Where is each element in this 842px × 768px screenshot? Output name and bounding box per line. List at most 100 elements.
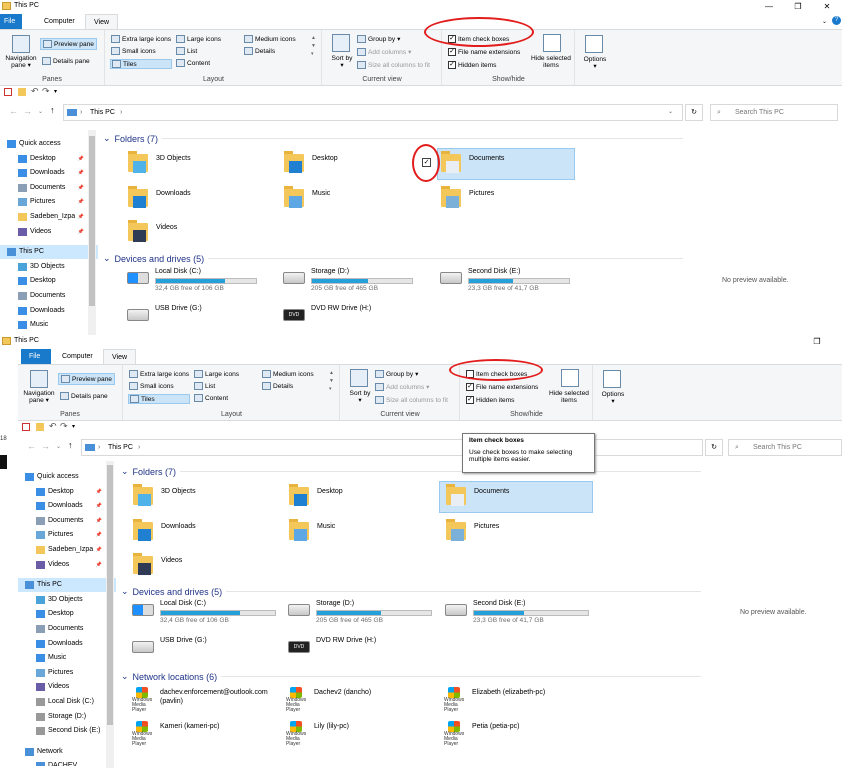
back-icon[interactable]: ← — [27, 441, 36, 451]
recent-locations-icon[interactable]: ⌄ — [38, 108, 43, 115]
folder-item-documents[interactable]: Documents — [439, 147, 579, 181]
folder-item-desktop[interactable]: Desktop — [282, 147, 422, 181]
properties-icon[interactable] — [4, 88, 12, 96]
drive-item-usb-drive-g[interactable]: USB Drive (G:) — [132, 637, 292, 663]
tab-view[interactable]: View — [103, 349, 137, 364]
devices-section-header[interactable]: ⌄ Devices and drives (5) — [103, 253, 683, 264]
search-input[interactable]: ⌕ Search This PC — [728, 439, 842, 456]
folder-item-pictures[interactable]: Pictures — [444, 515, 584, 549]
nav-item-local-disk-c[interactable]: Local Disk (C:) — [18, 695, 116, 709]
nav-item-desktop[interactable]: Desktop 📌 — [18, 485, 116, 499]
size-columns-button[interactable]: Size all columns to fit — [375, 396, 448, 404]
folder-item-3d-objects[interactable]: 3D Objects — [126, 147, 266, 181]
details-option[interactable]: Details — [262, 382, 293, 390]
nav-item-storage-d[interactable]: Storage (D:) — [18, 710, 116, 724]
close-button[interactable]: ✕ — [816, 0, 838, 13]
customize-toolbar-icon[interactable]: ▾ — [54, 88, 57, 95]
devices-section-header[interactable]: ⌄ Devices and drives (5) — [121, 586, 701, 597]
folder-item-videos[interactable]: Videos — [126, 216, 266, 250]
nav-item-this-pc[interactable]: This PC — [18, 578, 116, 593]
file-name-extensions-toggle[interactable]: ✓ File name extensions — [466, 383, 538, 391]
nav-item-documents[interactable]: Documents — [0, 289, 98, 303]
forward-icon[interactable]: → — [23, 106, 32, 116]
nav-item-downloads[interactable]: Downloads — [0, 304, 98, 318]
options-button[interactable]: Options ▾ — [600, 391, 626, 405]
network-item-lily-lily-pc[interactable]: Windows Media Player Lily (lily-pc) — [286, 721, 436, 747]
folder-item-downloads[interactable]: Downloads — [126, 182, 266, 216]
network-section-header[interactable]: ⌄ Network locations (6) — [121, 671, 701, 682]
recent-locations-icon[interactable]: ⌄ — [56, 443, 61, 450]
undo-icon[interactable]: ↶ — [31, 86, 39, 97]
breadcrumb-this-pc[interactable]: This PC — [108, 440, 133, 455]
content-option[interactable]: Content — [194, 394, 228, 402]
folder-item-pictures[interactable]: Pictures — [439, 182, 579, 216]
refresh-button[interactable]: ↻ — [705, 439, 723, 456]
layout-scroll-icon[interactable]: ▲ ▼ ▾ — [329, 369, 334, 393]
drive-item-dvd-rw-drive-h[interactable]: DVD DVD RW Drive (H:) — [283, 305, 443, 331]
nav-item-pictures[interactable]: Pictures — [18, 666, 116, 680]
tab-file[interactable]: File — [0, 14, 22, 29]
network-item-dachev2-dancho[interactable]: Windows Media Player Dachev2 (dancho) — [286, 687, 436, 713]
nav-item-desktop[interactable]: Desktop — [18, 607, 116, 621]
up-icon[interactable]: ↑ — [68, 440, 73, 450]
address-dropdown-icon[interactable]: ⌄ — [668, 105, 673, 120]
network-item-petia-petia-pc[interactable]: Windows Media Player Petia (petia-pc) — [444, 721, 594, 747]
customize-toolbar-icon[interactable]: ▾ — [72, 423, 75, 430]
sort-by-button[interactable]: Sort by ▾ — [331, 55, 353, 69]
nav-scrollbar-thumb[interactable] — [89, 136, 95, 306]
folder-item-documents[interactable]: Documents — [444, 480, 584, 514]
forward-icon[interactable]: → — [41, 441, 50, 451]
folders-section-header[interactable]: ⌄ Folders (7) — [121, 466, 701, 477]
up-icon[interactable]: ↑ — [50, 105, 55, 115]
preview-pane-button[interactable]: Preview pane — [40, 38, 97, 50]
new-folder-icon[interactable] — [36, 423, 44, 431]
redo-icon[interactable]: ↷ — [60, 421, 68, 432]
drive-item-local-disk-c[interactable]: Local Disk (C:) 32,4 GB free of 106 GB — [127, 268, 287, 294]
chevron-down-icon[interactable]: ⌄ — [822, 18, 827, 25]
drive-item-storage-d[interactable]: Storage (D:) 205 GB free of 465 GB — [283, 268, 443, 294]
details-pane-button[interactable]: Details pane — [42, 57, 90, 65]
tab-view[interactable]: View — [85, 14, 119, 29]
nav-item-3d-objects[interactable]: 3D Objects — [18, 593, 116, 607]
drive-item-local-disk-c[interactable]: Local Disk (C:) 32,4 GB free of 106 GB — [132, 600, 292, 626]
navigation-pane-button[interactable]: Navigation pane ▾ — [21, 390, 57, 404]
nav-item-videos[interactable]: Videos 📌 — [0, 225, 98, 239]
new-folder-icon[interactable] — [18, 88, 26, 96]
hide-selected-button[interactable]: Hide selected items — [547, 390, 591, 404]
small-icons-option[interactable]: Small icons — [129, 382, 174, 390]
add-columns-button[interactable]: Add columns ▾ — [375, 383, 429, 391]
large-icons-option[interactable]: Large icons — [194, 370, 239, 378]
file-name-extensions-toggle[interactable]: ✓ File name extensions — [448, 48, 520, 56]
folder-item-music[interactable]: Music — [287, 515, 427, 549]
list-option[interactable]: List — [176, 47, 197, 55]
help-icon[interactable]: ? — [832, 16, 841, 25]
medium-icons-option[interactable]: Medium icons — [244, 35, 296, 43]
navigation-pane-button[interactable]: Navigation pane ▾ — [3, 55, 39, 69]
folder-item-3d-objects[interactable]: 3D Objects — [131, 480, 271, 514]
details-pane-button[interactable]: Details pane — [60, 392, 108, 400]
nav-item-second-disk-e[interactable]: Second Disk (E:) — [18, 724, 116, 738]
nav-scrollbar[interactable] — [106, 461, 114, 768]
sort-by-button[interactable]: Sort by ▾ — [349, 390, 371, 404]
restore-button[interactable]: ❐ — [806, 335, 828, 348]
nav-item-videos[interactable]: Videos — [18, 680, 116, 694]
file-name-extensions-checkbox[interactable]: ✓ — [466, 383, 474, 391]
options-button[interactable]: Options ▾ — [582, 56, 608, 70]
nav-item-desktop[interactable]: Desktop 📌 — [0, 152, 98, 166]
back-icon[interactable]: ← — [9, 106, 18, 116]
tab-computer[interactable]: Computer — [54, 349, 101, 364]
network-item-kameri-kameri-pc[interactable]: Windows Media Player Kameri (kameri-pc) — [132, 721, 282, 747]
tab-file[interactable]: File — [21, 349, 51, 364]
search-input[interactable]: ⌕ Search This PC — [710, 104, 838, 121]
minimize-button[interactable]: — — [758, 0, 780, 13]
drive-item-second-disk-e[interactable]: Second Disk (E:) 23,3 GB free of 41,7 GB — [440, 268, 600, 294]
folder-item-desktop[interactable]: Desktop — [287, 480, 427, 514]
drive-item-second-disk-e[interactable]: Second Disk (E:) 23,3 GB free of 41,7 GB — [445, 600, 605, 626]
nav-item-desktop[interactable]: Desktop — [0, 274, 98, 288]
tiles-option[interactable]: Tiles — [110, 59, 172, 69]
small-icons-option[interactable]: Small icons — [111, 47, 156, 55]
nav-item-sadeben-izpa[interactable]: Sadeben_Izpa 📌 — [0, 210, 98, 224]
tiles-option[interactable]: Tiles — [128, 394, 190, 404]
nav-item-dachev[interactable]: DACHEV — [18, 759, 116, 766]
hide-selected-button[interactable]: Hide selected items — [529, 55, 573, 69]
